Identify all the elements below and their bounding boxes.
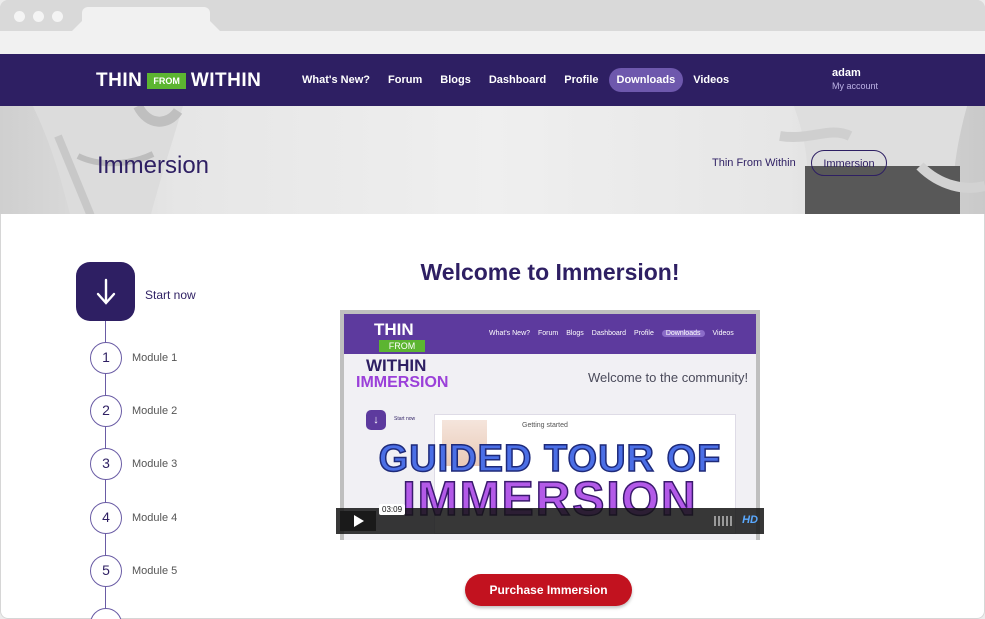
module-4-badge[interactable]: 4 bbox=[90, 502, 122, 534]
video-thumb-nav-item: Dashboard bbox=[591, 330, 627, 337]
module-2-label[interactable]: Module 2 bbox=[132, 405, 177, 417]
module-5-label[interactable]: Module 5 bbox=[132, 565, 177, 577]
hd-toggle[interactable]: HD bbox=[742, 514, 758, 526]
play-icon bbox=[354, 515, 364, 527]
video-thumb-nav-item: Profile bbox=[634, 330, 654, 337]
welcome-heading: Welcome to Immersion! bbox=[420, 259, 680, 285]
module-5-badge[interactable]: 5 bbox=[90, 555, 122, 587]
logo-from: FROM bbox=[147, 73, 186, 89]
module-3-badge[interactable]: 3 bbox=[90, 448, 122, 480]
module-3-label[interactable]: Module 3 bbox=[132, 458, 177, 470]
video-thumb-immersion: IMMERSION bbox=[356, 374, 449, 391]
video-time: 03:09 bbox=[379, 504, 406, 515]
top-nav: THIN FROM WITHIN What's New? Forum Blogs… bbox=[0, 54, 985, 106]
site-logo[interactable]: THIN FROM WITHIN bbox=[96, 70, 261, 92]
nav-videos[interactable]: Videos bbox=[685, 68, 737, 92]
module-1-badge[interactable]: 1 bbox=[90, 342, 122, 374]
video-thumb-start-label: Start now bbox=[394, 416, 416, 422]
video-thumb-nav-item: Videos bbox=[712, 330, 734, 337]
page-hero: Immersion Thin From Within Immersion bbox=[0, 106, 985, 214]
page-title: Immersion bbox=[97, 152, 210, 179]
module-6-badge-partial[interactable] bbox=[90, 608, 122, 619]
volume-icon[interactable] bbox=[714, 516, 732, 526]
browser-window: THIN FROM WITHIN What's New? Forum Blogs… bbox=[0, 0, 985, 619]
video-thumb-start-icon: ↓ bbox=[366, 410, 386, 430]
user-menu[interactable]: adam My account bbox=[832, 67, 878, 91]
nav-forum[interactable]: Forum bbox=[380, 68, 430, 92]
logo-within: WITHIN bbox=[190, 70, 262, 91]
nav-blogs[interactable]: Blogs bbox=[432, 68, 479, 92]
video-thumb-within: WITHIN bbox=[366, 356, 427, 375]
breadcrumb-current[interactable]: Immersion bbox=[811, 150, 887, 176]
video-thumb-welcome: Welcome to the community! bbox=[588, 370, 749, 385]
close-dot[interactable] bbox=[14, 11, 25, 22]
logo-thin: THIN bbox=[96, 70, 143, 91]
module-4-label[interactable]: Module 4 bbox=[132, 512, 177, 524]
browser-toolbar bbox=[0, 31, 985, 54]
video-thumb-logo-from: FROM bbox=[379, 340, 425, 352]
maximize-dot[interactable] bbox=[52, 11, 63, 22]
start-now-label[interactable]: Start now bbox=[145, 288, 196, 302]
minimize-dot[interactable] bbox=[33, 11, 44, 22]
start-now-button[interactable] bbox=[76, 262, 135, 321]
nav-whats-new[interactable]: What's New? bbox=[294, 68, 378, 92]
play-button[interactable] bbox=[340, 511, 376, 531]
module-1-label[interactable]: Module 1 bbox=[132, 352, 177, 364]
video-thumb-menu: What's New? Forum Blogs Dashboard Profil… bbox=[489, 330, 734, 337]
breadcrumb-parent[interactable]: Thin From Within bbox=[712, 157, 796, 169]
window-controls bbox=[14, 11, 63, 22]
video-thumb-nav-item: What's New? bbox=[489, 330, 531, 337]
video-thumb-nav-item: Downloads bbox=[661, 330, 705, 337]
user-name: adam bbox=[832, 67, 861, 79]
arrow-down-icon bbox=[96, 278, 115, 305]
nav-dashboard[interactable]: Dashboard bbox=[481, 68, 554, 92]
nav-profile[interactable]: Profile bbox=[556, 68, 606, 92]
browser-chrome bbox=[0, 0, 985, 54]
purchase-button[interactable]: Purchase Immersion bbox=[465, 574, 632, 606]
video-thumb-getting-started: Getting started bbox=[522, 422, 568, 429]
video-thumb-nav-item: Blogs bbox=[566, 330, 584, 337]
video-thumb-nav-item: Forum bbox=[538, 330, 559, 337]
video-thumb-logo: THIN bbox=[374, 320, 414, 339]
browser-tab[interactable] bbox=[82, 7, 210, 31]
nav-downloads[interactable]: Downloads bbox=[608, 68, 684, 92]
main-menu: What's New? Forum Blogs Dashboard Profil… bbox=[294, 68, 737, 92]
video-thumb-nav: THIN FROM What's New? Forum Blogs Dashbo… bbox=[344, 314, 756, 354]
my-account-link[interactable]: My account bbox=[832, 81, 878, 91]
module-2-badge[interactable]: 2 bbox=[90, 395, 122, 427]
